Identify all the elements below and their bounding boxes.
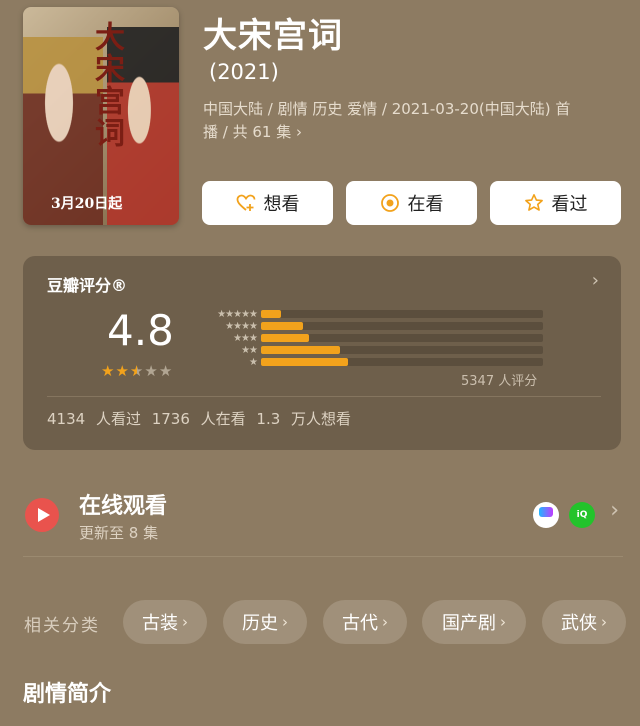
want-to-watch-button[interactable]: 想看 [202, 181, 333, 225]
page-title: 大宋宫词 [203, 16, 343, 56]
divider [23, 556, 623, 557]
rating-distribution: ★★★★★ ★★★★ ★★★ ★★ ★ [199, 308, 543, 368]
category-chip[interactable]: 古装 › [123, 600, 207, 644]
target-icon [380, 194, 399, 212]
chevron-right-icon: › [182, 613, 188, 631]
chip-label: 古代 [342, 613, 378, 634]
watched-button[interactable]: 看过 [490, 181, 621, 225]
youku-icon[interactable] [533, 502, 559, 528]
heart-plus-icon [236, 194, 255, 211]
rating-card[interactable]: 豆瓣评分® › 4.8 ★★★★★ ★★★★★ ★★★★ ★★★ ★★ ★ 5347 人… [23, 256, 621, 450]
chevron-right-icon: › [296, 123, 302, 141]
meta-line-1: 中国大陆 / 剧情 历史 爱情 / 2021-03-20(中国大陆) 首 [203, 100, 571, 118]
divider [47, 396, 601, 397]
category-chip[interactable]: 国产剧 › [422, 600, 526, 644]
rating-bar-stars: ★★★★ [225, 320, 258, 332]
category-chip[interactable]: 历史 › [223, 600, 307, 644]
rating-bar-track [261, 322, 543, 330]
star-filled-icon: ★ [101, 362, 116, 380]
chip-label: 古装 [142, 613, 178, 634]
chip-label: 武侠 [561, 613, 597, 634]
online-watch-subtitle: 更新至 8 集 [79, 524, 159, 542]
star-outline-icon [524, 194, 543, 211]
rating-count: 5347 人评分 [461, 374, 538, 389]
rating-bar-row: ★★★★ [199, 320, 543, 332]
movie-meta[interactable]: 中国大陆 / 剧情 历史 爱情 / 2021-03-20(中国大陆) 首 播 /… [203, 98, 623, 144]
rating-bar-stars: ★★★ [233, 332, 258, 344]
chevron-right-icon[interactable]: › [610, 498, 619, 523]
meta-line-2: 播 / 共 61 集 [203, 123, 292, 141]
rating-stars: ★★★★★ [101, 362, 173, 380]
rating-bar-fill [261, 334, 309, 342]
online-watch-title: 在线观看 [79, 494, 168, 519]
play-icon [25, 498, 59, 532]
related-categories-label: 相关分类 [24, 616, 100, 636]
star-empty-icon: ★ [158, 362, 174, 380]
watch-stats: 4134 人看过 1736 人在看 1.3 万人想看 [47, 410, 352, 428]
release-year: (2021) [209, 60, 279, 84]
chevron-right-icon: › [500, 613, 506, 631]
rating-bar-row: ★★★★★ [199, 308, 543, 320]
poster-date-text: 3月20日起 [51, 196, 123, 212]
rating-bar-fill [261, 358, 349, 366]
rating-bar-fill [261, 322, 304, 330]
rating-bar-track [261, 334, 543, 342]
online-watch-row[interactable]: 在线观看 更新至 8 集 iQ › [23, 480, 623, 554]
want-to-watch-label: 想看 [263, 194, 300, 215]
watching-button[interactable]: 在看 [346, 181, 477, 225]
rating-bar-row: ★ [199, 356, 543, 368]
rating-bar-row: ★★★ [199, 332, 543, 344]
category-chip[interactable]: 古代 › [323, 600, 407, 644]
star-half-icon: ★ [129, 362, 145, 380]
rating-title: 豆瓣评分® [47, 276, 128, 295]
synopsis-heading: 剧情简介 [23, 682, 112, 707]
rating-bar-track [261, 358, 543, 366]
rating-bar-fill [261, 310, 281, 318]
chevron-right-icon: › [282, 613, 288, 631]
star-filled-icon: ★ [115, 362, 130, 380]
star-empty-icon: ★ [144, 362, 159, 380]
category-chip[interactable]: 武侠 › [542, 600, 626, 644]
chip-label: 历史 [242, 613, 278, 634]
rating-bar-track [261, 346, 543, 354]
rating-bar-track [261, 310, 543, 318]
rating-bar-row: ★★ [199, 344, 543, 356]
poster-image[interactable]: 大宋宫词 3月20日起 [23, 7, 179, 225]
rating-bar-stars: ★★ [241, 344, 258, 356]
iqiyi-icon[interactable]: iQ [569, 502, 595, 528]
watching-label: 在看 [407, 194, 444, 215]
rating-bar-fill [261, 346, 340, 354]
chip-label: 国产剧 [442, 613, 496, 634]
poster-title-text: 大宋宫词 [89, 21, 124, 149]
chevron-right-icon[interactable]: › [592, 270, 599, 291]
rating-bar-stars: ★ [249, 356, 258, 368]
chevron-right-icon: › [382, 613, 388, 631]
rating-bar-stars: ★★★★★ [217, 308, 258, 320]
rating-score: 4.8 [107, 306, 174, 355]
watched-label: 看过 [551, 194, 588, 215]
chevron-right-icon: › [601, 613, 607, 631]
